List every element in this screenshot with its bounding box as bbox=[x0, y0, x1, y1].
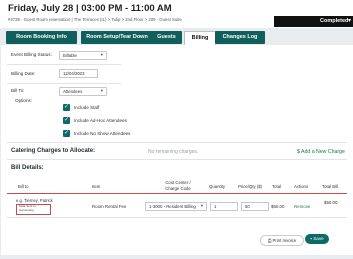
divider bbox=[7, 142, 347, 143]
col-cost-center: Cost Center / Charge Code bbox=[165, 180, 191, 191]
page-title: Friday, July 28 | 03:00 PM - 11:00 AM bbox=[8, 3, 172, 14]
col-actions: Actions bbox=[294, 184, 309, 189]
chevron-down-icon: ▾ bbox=[200, 203, 203, 208]
include-staff-label: Include Staff bbox=[74, 105, 100, 110]
cost-center-select[interactable]: 1-3000 - Resident Billing ▾ bbox=[145, 202, 207, 211]
options-label: Options: bbox=[15, 98, 33, 103]
divider bbox=[7, 83, 121, 84]
price-input[interactable]: 50 bbox=[241, 202, 269, 211]
header-bar: Friday, July 28 | 03:00 PM - 11:00 AM #4… bbox=[0, 0, 353, 28]
add-charge-link[interactable]: $ Add a New Charge bbox=[297, 149, 345, 155]
catering-charges-title: Catering Charges to Allocate: bbox=[11, 148, 96, 154]
tab-changes-log[interactable]: Changes Log bbox=[215, 31, 265, 44]
event-billing-status-label: Event Billing Status: bbox=[11, 52, 52, 57]
include-staff-checkbox[interactable]: ✓ bbox=[63, 104, 70, 111]
divider bbox=[7, 64, 121, 65]
status-dropdown[interactable]: Completed ▾ bbox=[274, 16, 353, 27]
status-label: Completed bbox=[320, 18, 349, 24]
save-label: Save bbox=[313, 236, 324, 241]
quantity-input[interactable]: 1 bbox=[210, 202, 238, 211]
include-adhoc-label: Include Ad-Hoc Attendees bbox=[74, 118, 127, 123]
tab-bar: Room Booking Info Room Setup/Tear Down G… bbox=[0, 31, 353, 45]
tab-billing[interactable]: Billing bbox=[184, 31, 216, 45]
tab-room-setup-tear-down[interactable]: Room Setup/Tear Down bbox=[81, 31, 153, 44]
col-bill-to: Bill to bbox=[18, 184, 29, 189]
bill-to-select[interactable]: Attendees ▾ bbox=[59, 87, 107, 96]
bill-details-title: Bill Details: bbox=[11, 165, 44, 171]
billing-date-label: Billing Date: bbox=[11, 71, 36, 76]
billing-panel: Event Billing Status: Billable ▾ Billing… bbox=[1, 45, 353, 255]
col-quantity: Quantity bbox=[209, 184, 226, 189]
no-charges-text: No remaining charges. bbox=[148, 149, 199, 155]
accounting-status-text: Data Sent to Accounting bbox=[19, 204, 36, 212]
remove-link[interactable]: Remove bbox=[294, 204, 310, 209]
include-adhoc-checkbox[interactable]: ✓ bbox=[63, 117, 70, 124]
bill-to-name: e.g. Tierney, Patrick bbox=[16, 198, 53, 203]
accounting-status-box: Data Sent to Accounting bbox=[16, 204, 51, 215]
bill-to-label: Bill To: bbox=[11, 88, 25, 93]
printer-icon: ⎙ bbox=[267, 238, 272, 243]
price-value: 50 bbox=[245, 204, 250, 209]
table-header-rule bbox=[7, 193, 347, 194]
save-icon: ▪ bbox=[310, 236, 312, 241]
col-item: Item bbox=[92, 184, 101, 189]
chevron-down-icon: ▾ bbox=[100, 88, 103, 93]
quantity-value: 1 bbox=[214, 204, 217, 209]
bill-to-value: Attendees bbox=[63, 89, 83, 94]
include-no-show-label: Include No Show Attendees bbox=[74, 131, 131, 136]
event-billing-status-select[interactable]: Billable ▾ bbox=[59, 51, 107, 60]
row-total: $50.00 bbox=[271, 204, 285, 209]
print-invoice-button[interactable]: ⎙ Print Invoice bbox=[260, 235, 304, 246]
include-no-show-checkbox[interactable]: ✓ bbox=[63, 130, 70, 137]
billing-date-value: 12/04/2023 bbox=[63, 71, 85, 76]
cost-center-value: 1-3000 - Resident Billing bbox=[149, 204, 196, 209]
divider bbox=[7, 159, 347, 160]
col-total-bill: Total Bill bbox=[322, 184, 338, 189]
event-billing-status-value: Billable bbox=[63, 53, 77, 58]
col-price: Price/Qty ($) bbox=[238, 184, 263, 189]
divider bbox=[7, 217, 347, 218]
print-invoice-label: Print Invoice bbox=[272, 238, 297, 243]
chevron-down-icon: ▾ bbox=[100, 52, 103, 57]
reservation-path: #4739 - Guest Room reservation | The Ter… bbox=[8, 17, 182, 22]
total-bill-value: $50.00 bbox=[324, 200, 338, 205]
chevron-down-icon: ▾ bbox=[348, 18, 352, 24]
billing-date-input[interactable]: 12/04/2023 bbox=[59, 69, 98, 78]
tab-room-booking-info[interactable]: Room Booking Info bbox=[6, 31, 77, 44]
tab-guests[interactable]: Guests bbox=[151, 31, 182, 44]
save-button[interactable]: ▪ Save bbox=[305, 234, 329, 244]
item-name: Room Rental Fee bbox=[92, 204, 127, 209]
col-total: Total bbox=[272, 184, 282, 189]
